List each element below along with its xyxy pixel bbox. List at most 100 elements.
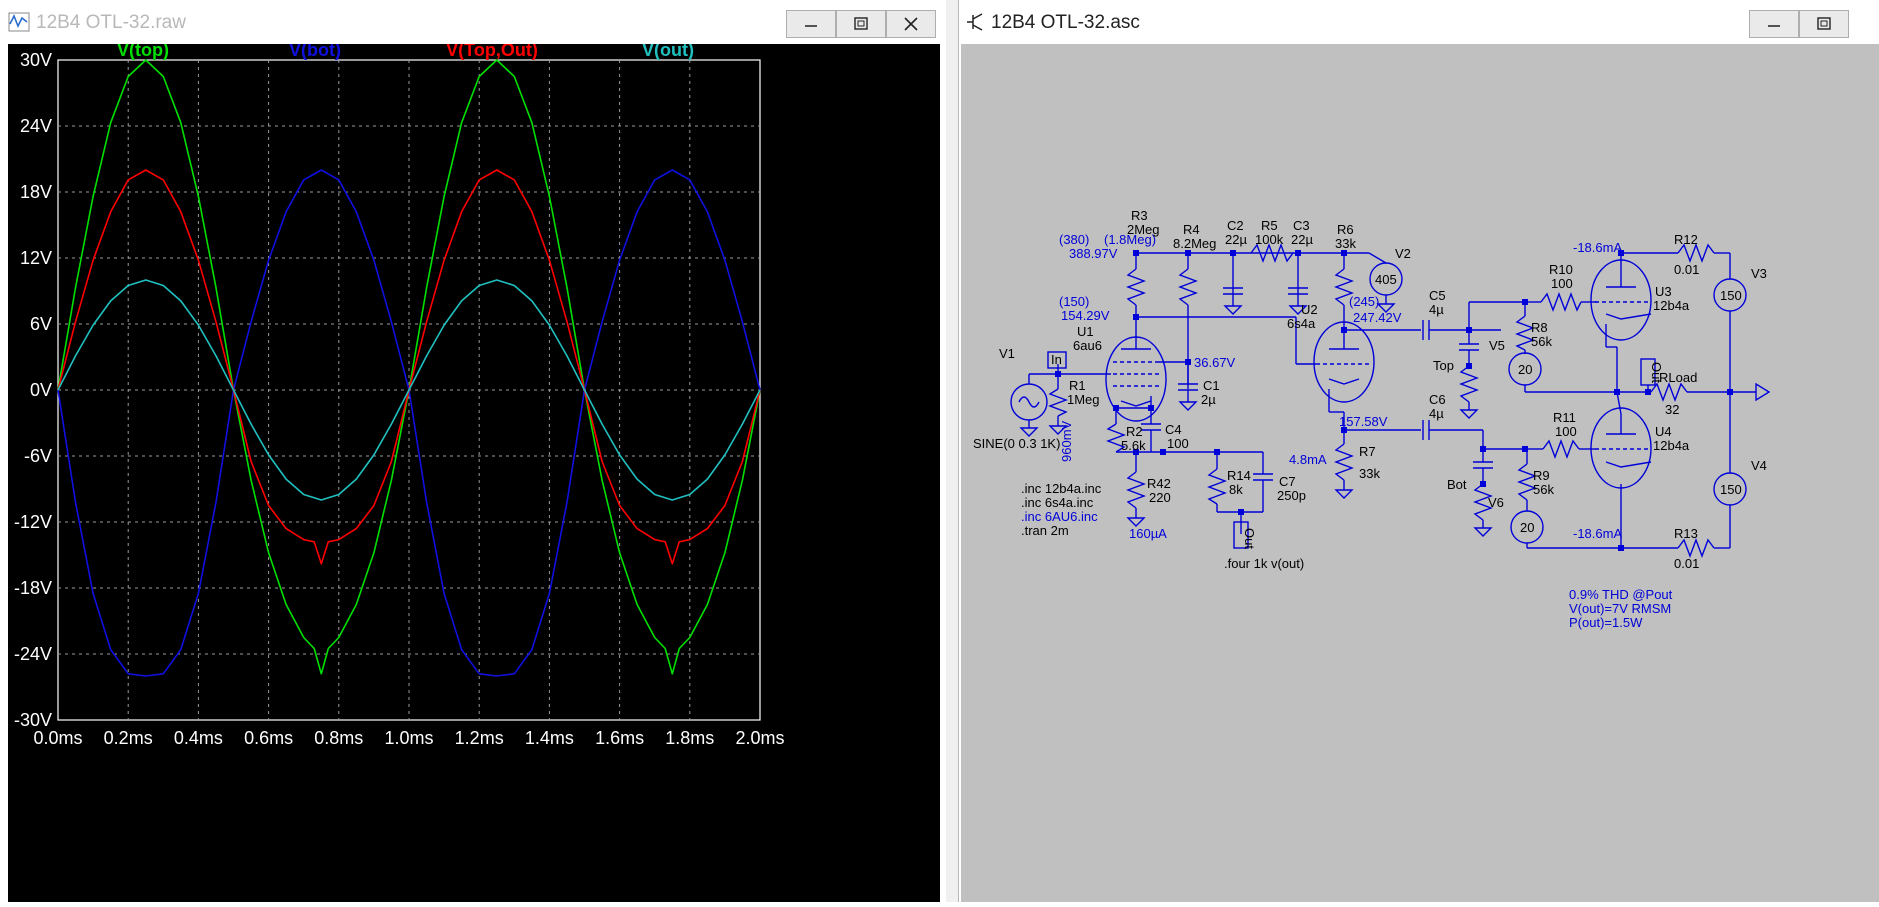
r5-label: R5	[1261, 218, 1278, 233]
u3-label: U3	[1655, 284, 1672, 299]
r6-label: R6	[1337, 222, 1354, 237]
waveform-close-button[interactable]	[886, 10, 936, 38]
v4-label: V4	[1751, 458, 1767, 473]
y-tick-label: 18V	[20, 182, 52, 202]
c3-label: C3	[1293, 218, 1310, 233]
inc-12b4a: .inc 12b4a.inc	[1021, 481, 1102, 496]
out-flag-label: Out	[1242, 528, 1257, 549]
schematic-drawing[interactable]: R3 2Meg R4 8.2Meg C2 22µ R5 100k C3 22µ …	[961, 44, 1879, 902]
v5-label: V5	[1489, 338, 1505, 353]
y-tick-label: -6V	[24, 446, 52, 466]
v6-label: V6	[1488, 495, 1504, 510]
tran-directive: .tran 2m	[1021, 523, 1069, 538]
c1-label: C1	[1203, 378, 1220, 393]
r8-value: 56k	[1531, 334, 1552, 349]
legend-entry[interactable]: V(top)	[117, 40, 169, 60]
node-150: (150)	[1059, 294, 1089, 309]
x-tick-label: 2.0ms	[735, 728, 784, 748]
thd-line-1: 0.9% THD @Pout	[1569, 587, 1673, 602]
r6-value: 33k	[1335, 236, 1356, 251]
y-tick-label: -18V	[14, 578, 52, 598]
node-388v: 388.97V	[1069, 246, 1118, 261]
node-380: (380)	[1059, 232, 1089, 247]
waveform-restore-button[interactable]	[836, 10, 886, 38]
legend-entry[interactable]: V(out)	[642, 40, 694, 60]
v3-value: 150	[1720, 288, 1742, 303]
restore-icon	[854, 17, 868, 30]
waveform-titlebar[interactable]: 12B4 OTL-32.raw	[0, 0, 946, 44]
r10-label: R10	[1549, 262, 1573, 277]
node-960mv: 960mV	[1059, 420, 1074, 462]
r7-label: R7	[1359, 444, 1376, 459]
r9-value: 56k	[1533, 482, 1554, 497]
r11-value: 100	[1555, 424, 1577, 439]
y-tick-label: 6V	[30, 314, 52, 334]
c2-value: 22µ	[1225, 232, 1247, 247]
r13-label: R13	[1674, 526, 1698, 541]
four-directive: .four 1k v(out)	[1224, 556, 1304, 571]
node-18-6ma-top: -18.6mA	[1573, 240, 1622, 255]
c4-label: C4	[1165, 422, 1182, 437]
thd-line-2: V(out)=7V RMSM	[1569, 601, 1671, 616]
y-tick-label: 0V	[30, 380, 52, 400]
in-flag-label: In	[1051, 352, 1062, 367]
x-tick-label: 1.0ms	[384, 728, 433, 748]
rload-label: RLoad	[1659, 370, 1697, 385]
c6-label: C6	[1429, 392, 1446, 407]
waveform-plot-area[interactable]: 0.0ms 0.2ms 0.4ms 0.6ms 0.8ms 1.0ms 1.2ms 1.4ms…	[8, 40, 940, 902]
waveform-chart[interactable]: 0.0ms 0.2ms 0.4ms 0.6ms 0.8ms 1.0ms 1.2ms 1.4ms…	[8, 40, 940, 902]
schematic-canvas[interactable]: R3 2Meg R4 8.2Meg C2 22µ R5 100k C3 22µ …	[961, 44, 1879, 902]
x-tick-label: 1.6ms	[595, 728, 644, 748]
r5-value: 100k	[1255, 232, 1284, 247]
waveform-minimize-button[interactable]	[786, 10, 836, 38]
plot-background	[8, 44, 940, 902]
schematic-restore-button[interactable]	[1799, 10, 1849, 38]
node-157v: 157.58V	[1339, 414, 1388, 429]
waveform-app-icon	[8, 12, 30, 32]
r13-value: 0.01	[1674, 556, 1699, 571]
r14-value: 8k	[1229, 482, 1243, 497]
v1-sine: SINE(0 0.3 1K)	[973, 436, 1060, 451]
c7-value: 250p	[1277, 488, 1306, 503]
v3-label: V3	[1751, 266, 1767, 281]
y-tick-label: -12V	[14, 512, 52, 532]
v2-value: 405	[1375, 272, 1397, 287]
legend-entry[interactable]: V(Top,Out)	[446, 40, 538, 60]
r12-value: 0.01	[1674, 262, 1699, 277]
node-154v: 154.29V	[1061, 308, 1110, 323]
node-4-8ma: 4.8mA	[1289, 452, 1327, 467]
v4-value: 150	[1720, 482, 1742, 497]
r3-label: R3	[1131, 208, 1148, 223]
c5-label: C5	[1429, 288, 1446, 303]
x-tick-label: 1.2ms	[455, 728, 504, 748]
legend-entry[interactable]: V(bot)	[289, 40, 341, 60]
schematic-titlebar[interactable]: 12B4 OTL-32.asc	[959, 0, 1879, 44]
r2-label: R2	[1126, 424, 1143, 439]
u1-label: U1	[1077, 324, 1094, 339]
r1-value: 1Meg	[1067, 392, 1100, 407]
u2-value: 6s4a	[1287, 316, 1316, 331]
x-tick-label: 0.0ms	[33, 728, 82, 748]
x-tick-label: 1.8ms	[665, 728, 714, 748]
r12-label: R12	[1674, 232, 1698, 247]
schematic-window: 12B4 OTL-32.asc R3 2Meg R4 8.2Meg C2 22µ…	[958, 0, 1879, 902]
r9-label: R9	[1533, 468, 1550, 483]
r11-label: R11	[1553, 410, 1576, 425]
node-1-8meg: (1.8Meg)	[1104, 232, 1156, 247]
r4-value: 8.2Meg	[1173, 236, 1216, 251]
restore-icon	[1817, 17, 1831, 30]
c3-value: 22µ	[1291, 232, 1313, 247]
r4-label: R4	[1183, 222, 1200, 237]
schematic-minimize-button[interactable]	[1749, 10, 1799, 38]
x-tick-label: 0.4ms	[174, 728, 223, 748]
transistor-app-icon	[967, 13, 983, 31]
c5-value: 4µ	[1429, 302, 1444, 317]
x-tick-label: 0.2ms	[104, 728, 153, 748]
x-tick-label: 0.8ms	[314, 728, 363, 748]
c2-label: C2	[1227, 218, 1244, 233]
y-tick-label: 30V	[20, 50, 52, 70]
x-tick-label: 0.6ms	[244, 728, 293, 748]
minimize-icon	[1768, 25, 1780, 27]
schematic-background	[961, 44, 1879, 902]
node-245: (245)	[1349, 294, 1379, 309]
